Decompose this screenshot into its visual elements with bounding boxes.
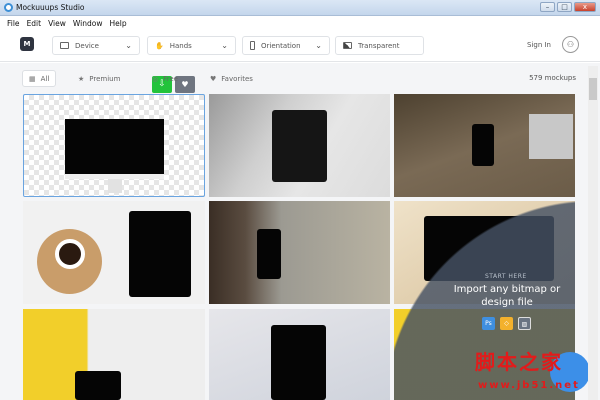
image-icon: ▨: [518, 317, 531, 330]
user-avatar-icon[interactable]: ⚇: [562, 36, 579, 53]
mockup-tile-phone-desk[interactable]: [394, 94, 575, 197]
scrollbar-thumb[interactable]: [589, 78, 597, 100]
overlay-title: Import any bitmap or design file: [453, 284, 561, 308]
filter-free-label: Free: [163, 74, 178, 83]
overlay-kicker: START HERE: [485, 273, 527, 280]
device-dropdown[interactable]: Device ⌄: [52, 36, 140, 55]
mockup-tile-monitor[interactable]: [23, 94, 205, 197]
watermark: 脚本之家: [475, 350, 563, 374]
menu-help[interactable]: Help: [109, 19, 126, 28]
toolbar: M Device ⌄ ✋ Hands ⌄ Orientation ⌄ Transpare…: [0, 30, 600, 62]
mockup-tile-tablet-coffee[interactable]: [23, 201, 205, 304]
window-title: Mockuuups Studio: [16, 3, 85, 12]
mockup-tile-phone-street[interactable]: [209, 201, 390, 304]
filter-all-label: All: [40, 74, 50, 83]
tablet-device: [272, 110, 327, 182]
minimize-button[interactable]: –: [540, 2, 555, 12]
heart-icon: ♥: [210, 74, 217, 83]
monitor-device: [75, 371, 121, 400]
maximize-button[interactable]: □: [557, 2, 572, 12]
free-icon: ◎: [152, 74, 159, 83]
sign-in-link[interactable]: Sign In: [527, 41, 551, 49]
app-icon: [4, 3, 13, 12]
menu-window[interactable]: Window: [73, 19, 103, 28]
app-logo[interactable]: M: [20, 37, 34, 51]
hand-icon: ✋: [155, 41, 164, 50]
phone-device: [472, 124, 494, 166]
chevron-down-icon: ⌄: [315, 41, 322, 50]
phone-device: [257, 229, 281, 279]
orientation-dropdown[interactable]: Orientation ⌄: [242, 36, 330, 55]
transparent-label: Transparent: [358, 41, 400, 50]
filter-bar: ▦ All ★ Premium ◎ Free ♥ Favorites: [0, 70, 400, 87]
monitor-icon: [60, 42, 69, 49]
mockup-tile-tablet-shadow[interactable]: [209, 94, 390, 197]
chevron-down-icon: ⌄: [221, 41, 228, 50]
watermark-url: www.jb51.net: [478, 380, 580, 391]
menu-edit[interactable]: Edit: [27, 19, 42, 28]
mockup-count: 579 mockups: [529, 74, 576, 82]
mockup-tile-desk-lamp[interactable]: [23, 309, 205, 400]
tablet-device: [271, 325, 326, 400]
monitor-screen: [65, 119, 164, 174]
sketch-icon: ◇: [500, 317, 513, 330]
filter-favorites-label: Favorites: [221, 74, 253, 83]
device-label: Device: [75, 41, 99, 50]
orientation-label: Orientation: [261, 41, 301, 50]
checkerboard-icon: [343, 42, 352, 49]
menu-view[interactable]: View: [48, 19, 66, 28]
filter-all[interactable]: ▦ All: [22, 70, 57, 87]
menu-bar: File Edit View Window Help: [0, 16, 600, 30]
star-icon: ★: [78, 74, 85, 83]
hands-label: Hands: [169, 41, 192, 50]
filter-favorites[interactable]: ♥ Favorites: [210, 70, 253, 87]
photoshop-icon: Ps: [482, 317, 495, 330]
menu-file[interactable]: File: [7, 19, 20, 28]
hands-dropdown[interactable]: ✋ Hands ⌄: [147, 36, 236, 55]
tablet-device: [129, 211, 191, 297]
filter-free[interactable]: ◎ Free: [152, 70, 178, 87]
transparent-toggle[interactable]: Transparent: [335, 36, 424, 55]
scrollbar[interactable]: [588, 66, 598, 400]
grid-icon: ▦: [29, 74, 36, 83]
title-bar: Mockuuups Studio – □ x: [0, 0, 600, 16]
chevron-down-icon: ⌄: [125, 41, 132, 50]
mockup-tile-ipad-print[interactable]: [209, 309, 390, 400]
phone-icon: [250, 41, 255, 50]
close-button[interactable]: x: [574, 2, 596, 12]
filter-premium-label: Premium: [89, 74, 121, 83]
filter-premium[interactable]: ★ Premium: [78, 70, 120, 87]
